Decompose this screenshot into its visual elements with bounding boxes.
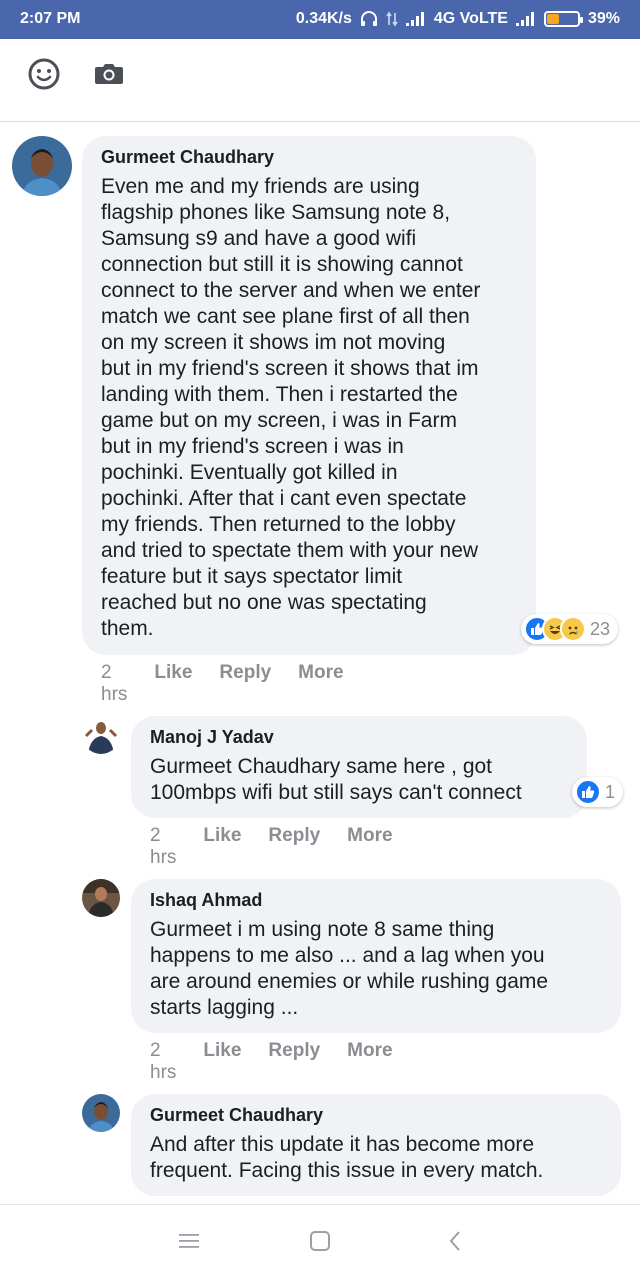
- signal-icon: [515, 12, 536, 26]
- like-button[interactable]: Like: [203, 825, 241, 869]
- home-icon: [309, 1230, 331, 1257]
- emoji-button[interactable]: [27, 57, 61, 96]
- network-speed: 0.34K/s: [295, 10, 352, 27]
- comment-bubble: Manoj J Yadav Gurmeet Chaudhary same her…: [131, 716, 587, 818]
- comment-actions: 2 hrs Like Reply More: [150, 825, 393, 869]
- status-bar: 2:07 PM 0.34K/s 4G VoLTE 39%: [0, 0, 640, 39]
- avatar[interactable]: [82, 879, 120, 917]
- reaction-count: 23: [590, 618, 611, 639]
- menu-button[interactable]: [177, 1231, 201, 1255]
- signal-icon: [405, 12, 426, 26]
- reply-button[interactable]: Reply: [268, 1040, 320, 1084]
- comment-text: Gurmeet Chaudhary same here , got 100mbp…: [150, 755, 522, 804]
- comment-actions: 2 hrs Like Reply More: [101, 662, 344, 706]
- reactions-summary[interactable]: 23: [521, 614, 619, 644]
- avatar[interactable]: [82, 716, 120, 754]
- comment-author[interactable]: Gurmeet Chaudhary: [101, 147, 274, 168]
- more-button[interactable]: More: [298, 662, 343, 706]
- menu-icon: [178, 1232, 200, 1255]
- battery-icon: [543, 11, 583, 27]
- comment-bubble: Gurmeet Chaudhary Even me and my friends…: [82, 136, 536, 655]
- reactions-summary[interactable]: 1: [572, 777, 624, 807]
- sad-icon: [560, 616, 586, 642]
- comment-author[interactable]: Ishaq Ahmad: [150, 890, 262, 911]
- camera-icon: [94, 62, 124, 91]
- avatar[interactable]: [82, 1094, 120, 1132]
- more-button[interactable]: More: [347, 1040, 392, 1084]
- network-type: 4G VoLTE: [433, 10, 508, 27]
- comment-author[interactable]: Gurmeet Chaudhary: [150, 1105, 323, 1126]
- comment-text: And after this update it has become more…: [150, 1133, 544, 1182]
- like-button[interactable]: Like: [154, 662, 192, 706]
- comment-author[interactable]: Manoj J Yadav: [150, 727, 274, 748]
- comment-time[interactable]: 2 hrs: [101, 662, 127, 706]
- reply-button[interactable]: Reply: [219, 662, 271, 706]
- comment-bubble: Gurmeet Chaudhary And after this update …: [131, 1094, 621, 1196]
- status-time: 2:07 PM: [20, 10, 81, 27]
- avatar[interactable]: [12, 136, 72, 196]
- headphones-icon: [360, 11, 378, 27]
- comment-toolbar: [0, 39, 640, 122]
- comment-text: Even me and my friends are using flagshi…: [101, 175, 481, 640]
- back-button[interactable]: [443, 1230, 467, 1257]
- comment-time[interactable]: 2 hrs: [150, 825, 176, 869]
- emoji-icon: [27, 57, 61, 96]
- more-button[interactable]: More: [347, 825, 392, 869]
- reply-button[interactable]: Reply: [268, 825, 320, 869]
- reaction-count: 1: [605, 781, 616, 802]
- like-button[interactable]: Like: [203, 1040, 241, 1084]
- comment-text: Gurmeet i m using note 8 same thing happ…: [150, 918, 549, 1019]
- comment-actions: 2 hrs Like Reply More: [150, 1040, 393, 1084]
- battery-percent: 39%: [587, 10, 620, 27]
- data-arrows-icon: [386, 11, 398, 27]
- system-nav-bar: [0, 1204, 640, 1280]
- camera-button[interactable]: [92, 59, 126, 93]
- comment-time[interactable]: 2 hrs: [150, 1040, 176, 1084]
- like-icon: [575, 779, 601, 805]
- comment-bubble: Ishaq Ahmad Gurmeet i m using note 8 sam…: [131, 879, 621, 1033]
- home-button[interactable]: [308, 1230, 332, 1257]
- back-icon: [447, 1230, 463, 1257]
